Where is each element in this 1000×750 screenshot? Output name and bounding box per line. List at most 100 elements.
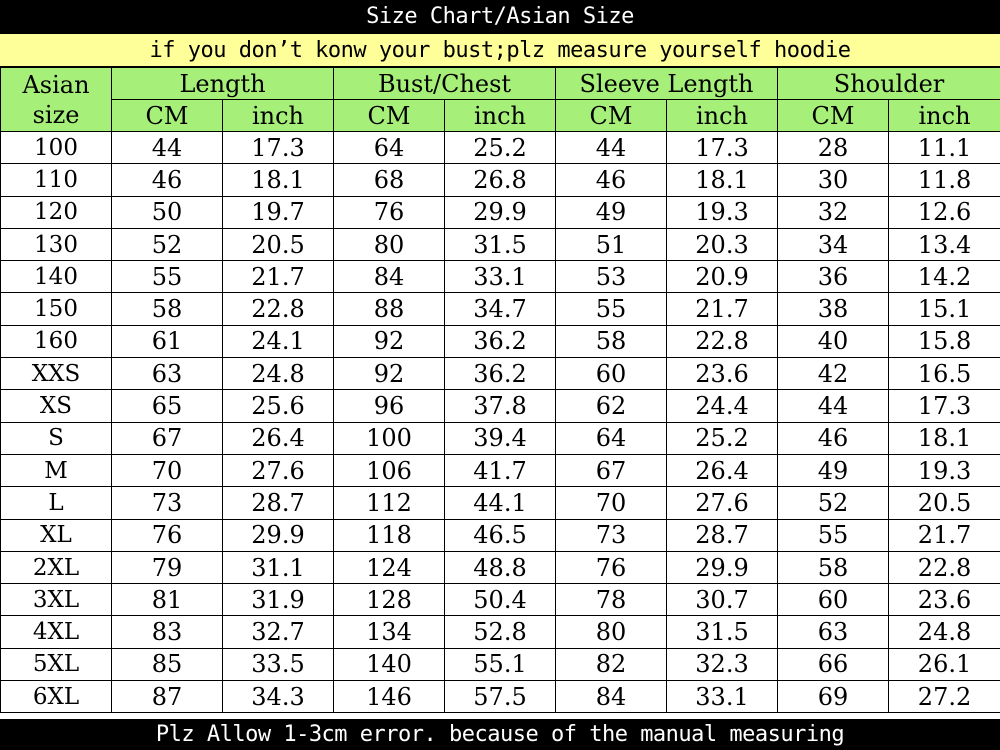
sleeve-cm-cell: 53 [555, 260, 667, 294]
bust-inch-cell: 57.5 [444, 680, 556, 714]
size-cell: 110 [0, 163, 112, 197]
shoulder-cm-cell: 40 [777, 324, 890, 359]
length-cm-cell: 87 [111, 680, 223, 714]
sleeve-cm-header: CM [555, 99, 667, 132]
size-cell: 6XL [0, 680, 112, 714]
length-cm-cell: 76 [111, 518, 223, 552]
length-cm-cell: 79 [111, 550, 223, 585]
size-cell: XS [0, 389, 112, 423]
sleeve-inch-cell: 20.3 [665, 227, 779, 262]
bust-cm-cell: 92 [333, 357, 445, 391]
bust-cm-cell: 134 [333, 615, 445, 649]
shoulder-cm-cell: 30 [777, 163, 890, 197]
shoulder-cm-cell: 46 [777, 421, 890, 455]
error-note: Plz Allow 1-3cm error. because of the ma… [0, 719, 1000, 750]
bust-inch-cell: 41.7 [444, 453, 556, 488]
sleeve-cm-cell: 51 [555, 227, 667, 262]
table-row: 130 52 20.5 80 31.5 51 20.3 34 13.4 [0, 227, 1000, 262]
sleeve-cm-cell: 73 [555, 518, 667, 552]
size-cell: XL [0, 518, 112, 552]
table-row: 2XL 79 31.1 124 48.8 76 29.9 58 22.8 [0, 550, 1000, 585]
sleeve-inch-cell: 28.7 [665, 518, 779, 552]
shoulder-cm-cell: 49 [777, 453, 890, 488]
shoulder-cm-cell: 58 [777, 550, 890, 585]
bust-cm-cell: 146 [333, 680, 445, 714]
sleeve-inch-header: inch [665, 99, 779, 132]
table-row: 5XL 85 33.5 140 55.1 82 32.3 66 26.1 [0, 647, 1000, 682]
length-cm-cell: 44 [111, 130, 223, 165]
shoulder-inch-cell: 12.6 [888, 195, 1000, 229]
shoulder-cm-header: CM [777, 99, 890, 132]
sleeve-cm-cell: 60 [555, 357, 667, 391]
bust-inch-cell: 34.7 [444, 292, 556, 326]
length-inch-cell: 28.7 [222, 486, 334, 520]
shoulder-cm-cell: 38 [777, 292, 890, 326]
length-cm-cell: 58 [111, 292, 223, 326]
bust-cm-cell: 106 [333, 453, 445, 488]
sleeve-cm-cell: 44 [555, 130, 667, 165]
size-cell: L [0, 486, 112, 520]
shoulder-inch-cell: 24.8 [888, 615, 1000, 649]
length-inch-cell: 25.6 [222, 389, 334, 423]
length-inch-cell: 24.8 [222, 357, 334, 391]
length-inch-cell: 32.7 [222, 615, 334, 649]
table-row: 100 44 17.3 64 25.2 44 17.3 28 11.1 [0, 130, 1000, 165]
length-cm-cell: 61 [111, 324, 223, 359]
bust-cm-cell: 68 [333, 163, 445, 197]
size-cell: S [0, 421, 112, 455]
size-cell: M [0, 453, 112, 488]
bust-inch-cell: 48.8 [444, 550, 556, 585]
size-column-header: Asian size [0, 67, 112, 132]
bust-cm-cell: 80 [333, 227, 445, 262]
sleeve-cm-cell: 64 [555, 421, 667, 455]
size-cell: 160 [0, 324, 112, 359]
shoulder-inch-cell: 11.1 [888, 130, 1000, 165]
shoulder-inch-cell: 23.6 [888, 583, 1000, 617]
length-cm-cell: 81 [111, 583, 223, 617]
bust-inch-cell: 31.5 [444, 227, 556, 262]
sleeve-cm-cell: 62 [555, 389, 667, 423]
size-cell: 140 [0, 260, 112, 294]
size-cell: 4XL [0, 615, 112, 649]
shoulder-inch-cell: 19.3 [888, 453, 1000, 488]
group-header-row: Asian size Length Bust/Chest Sleeve Leng… [0, 67, 1000, 132]
length-cm-cell: 73 [111, 486, 223, 520]
sleeve-cm-cell: 49 [555, 195, 667, 229]
length-inch-cell: 20.5 [222, 227, 334, 262]
sleeve-inch-cell: 24.4 [665, 389, 779, 423]
table-row: S 67 26.4 100 39.4 64 25.2 46 18.1 [0, 421, 1000, 455]
shoulder-inch-cell: 15.8 [888, 324, 1000, 359]
sleeve-inch-cell: 33.1 [665, 680, 779, 714]
sleeve-inch-cell: 30.7 [665, 583, 779, 617]
shoulder-cm-cell: 63 [777, 615, 890, 649]
size-cell: 2XL [0, 550, 112, 585]
size-header-line-1: Asian [22, 70, 90, 99]
size-cell: 150 [0, 292, 112, 326]
size-cell: 120 [0, 195, 112, 229]
shoulder-inch-cell: 27.2 [888, 680, 1000, 714]
size-cell: 5XL [0, 647, 112, 682]
length-inch-cell: 19.7 [222, 195, 334, 229]
sleeve-inch-cell: 22.8 [665, 324, 779, 359]
shoulder-inch-cell: 17.3 [888, 389, 1000, 423]
shoulder-inch-cell: 26.1 [888, 647, 1000, 682]
bust-cm-cell: 64 [333, 130, 445, 165]
sleeve-inch-cell: 25.2 [665, 421, 779, 455]
shoulder-cm-cell: 28 [777, 130, 890, 165]
bust-cm-cell: 96 [333, 389, 445, 423]
sleeve-inch-cell: 17.3 [665, 130, 779, 165]
shoulder-cm-cell: 69 [777, 680, 890, 714]
bust-inch-cell: 50.4 [444, 583, 556, 617]
sleeve-cm-cell: 67 [555, 453, 667, 488]
bust-cm-cell: 100 [333, 421, 445, 455]
size-table-body: 100 44 17.3 64 25.2 44 17.3 28 11.1 110 46 18.1 68 26… [0, 130, 1000, 714]
length-inch-cell: 21.7 [222, 260, 334, 294]
table-row: 120 50 19.7 76 29.9 49 19.3 32 12.6 [0, 195, 1000, 229]
shoulder-inch-cell: 15.1 [888, 292, 1000, 326]
length-cm-cell: 70 [111, 453, 223, 488]
length-inch-cell: 31.9 [222, 583, 334, 617]
bust-inch-cell: 29.9 [444, 195, 556, 229]
length-inch-cell: 24.1 [222, 324, 334, 359]
bust-cm-cell: 88 [333, 292, 445, 326]
bust-cm-cell: 118 [333, 518, 445, 552]
